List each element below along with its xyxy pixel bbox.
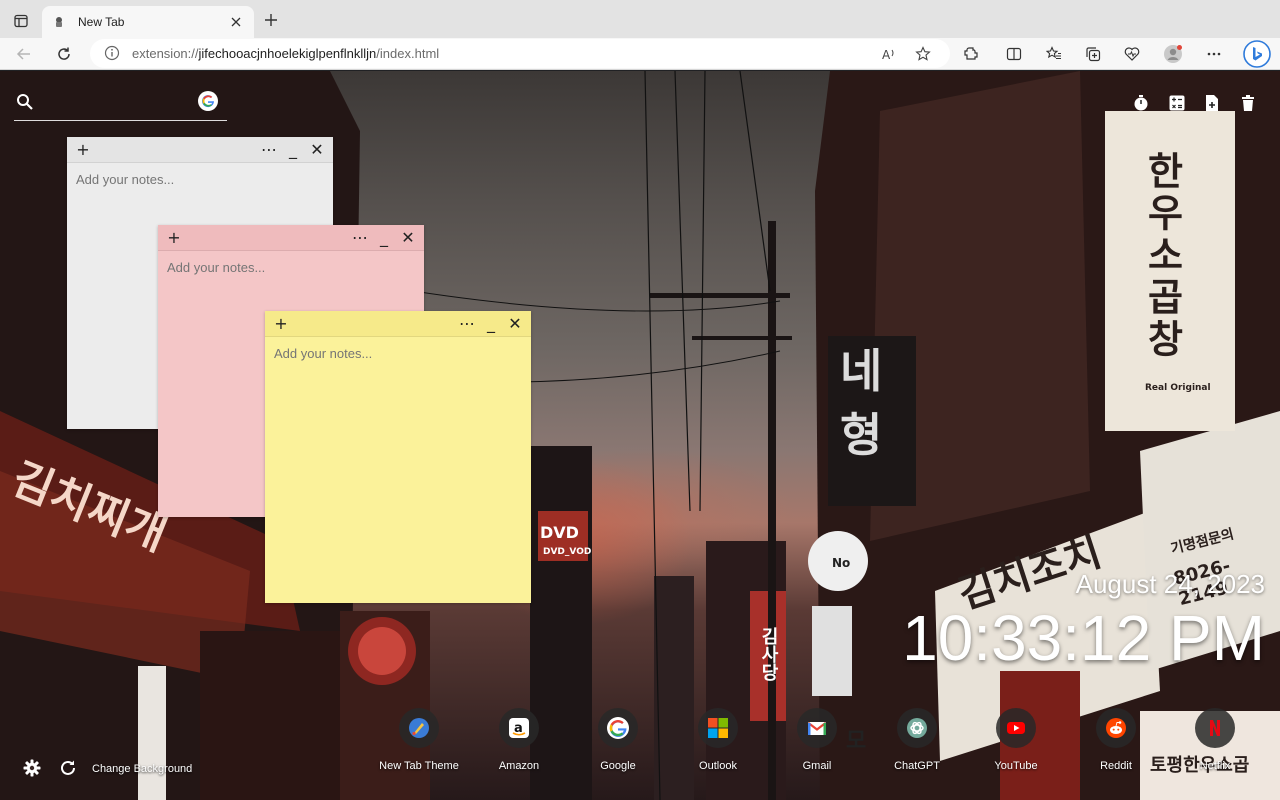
tab-new-tab[interactable]: New Tab <box>42 6 254 38</box>
collections-icon[interactable] <box>1081 42 1105 66</box>
time-display: 10:33:12 PM <box>902 602 1265 674</box>
sign-text: DVD_VOD <box>543 547 592 557</box>
tab-favicon-icon <box>52 15 66 29</box>
reload-icon[interactable] <box>52 42 76 66</box>
shortcut-label: Gmail <box>802 760 832 772</box>
add-note-plus-icon[interactable]: + <box>271 314 291 334</box>
shortcut-label: Reddit <box>1100 760 1132 772</box>
amazon-icon: a <box>499 708 539 748</box>
favorites-icon[interactable] <box>1042 42 1066 66</box>
settings-gear-icon[interactable] <box>22 758 42 778</box>
url-prefix: extension:// <box>132 46 199 61</box>
tab-strip: New Tab <box>0 0 1280 38</box>
shortcut-new-tab-theme[interactable]: New Tab Theme <box>374 708 464 774</box>
shortcut-label: ChatGPT <box>894 760 940 772</box>
close-icon[interactable]: ✕ <box>307 140 327 160</box>
google-search-engine-icon[interactable] <box>198 91 218 111</box>
new-tab-page: 네형 한우소곱창 Real Original 김치조치 김치찌개 DVD DVD… <box>0 71 1280 800</box>
add-note-plus-icon[interactable]: + <box>164 228 184 248</box>
more-options-icon[interactable]: ⋯ <box>259 140 279 160</box>
youtube-icon <box>996 708 1036 748</box>
bing-copilot-icon[interactable] <box>1242 39 1272 69</box>
reddit-icon <box>1096 708 1136 748</box>
shortcut-google[interactable]: Google <box>573 708 663 774</box>
back-icon[interactable] <box>12 42 36 66</box>
note-header: + ⋯ _ ✕ <box>67 137 333 163</box>
close-icon[interactable] <box>228 14 244 30</box>
favorite-star-icon[interactable] <box>912 43 934 65</box>
new-tab-theme-icon <box>399 708 439 748</box>
date-display: August 24, 2023 <box>1075 569 1265 599</box>
shortcut-reddit[interactable]: Reddit <box>1071 708 1161 774</box>
url-host: jifechooacjnhoelekiglpenflnklljn <box>198 46 377 61</box>
sign-text: 네형 <box>840 339 882 467</box>
split-screen-icon[interactable] <box>1002 42 1026 66</box>
sign-text: 김사당 <box>758 627 779 681</box>
close-icon[interactable]: ✕ <box>398 228 418 248</box>
note-body <box>265 337 531 403</box>
more-options-icon[interactable]: ⋯ <box>350 228 370 248</box>
read-aloud-icon[interactable]: A <box>878 43 900 65</box>
google-icon <box>598 708 638 748</box>
note-body <box>67 163 333 229</box>
timer-icon[interactable] <box>1131 93 1151 113</box>
shortcut-outlook[interactable]: Outlook <box>673 708 763 774</box>
add-note-plus-icon[interactable]: + <box>73 140 93 160</box>
new-tab-icon[interactable] <box>262 11 280 29</box>
browser-toolbar: extension://jifechooacjnhoelekiglpenflnk… <box>0 38 1280 70</box>
change-background-link[interactable]: Change Background <box>92 763 192 775</box>
sign-text: 형 <box>840 408 883 462</box>
chatgpt-icon <box>897 708 937 748</box>
profile-avatar-icon[interactable] <box>1161 42 1185 66</box>
minimize-icon[interactable]: _ <box>374 228 394 248</box>
note-header: + ⋯ _ ✕ <box>265 311 531 337</box>
trash-icon[interactable] <box>1238 93 1258 113</box>
more-menu-icon[interactable] <box>1202 42 1226 66</box>
extensions-icon[interactable] <box>959 42 983 66</box>
sign-text: DVD <box>540 523 579 542</box>
sticky-note[interactable]: + ⋯ _ ✕ <box>265 311 531 603</box>
shortcut-label: Outlook <box>699 760 737 772</box>
browser-essentials-icon[interactable] <box>1120 42 1144 66</box>
note-textarea[interactable] <box>167 260 415 305</box>
netflix-icon <box>1195 708 1235 748</box>
shortcut-label: YouTube <box>994 760 1038 772</box>
minimize-icon[interactable]: _ <box>283 140 303 160</box>
calculator-icon[interactable] <box>1167 93 1187 113</box>
search-icon[interactable] <box>16 93 34 111</box>
shortcut-label: Amazon <box>498 760 540 772</box>
close-icon[interactable]: ✕ <box>505 314 525 334</box>
tab-actions-icon[interactable] <box>10 10 32 32</box>
search-input[interactable] <box>42 91 192 115</box>
note-textarea[interactable] <box>274 346 522 391</box>
gmail-icon <box>797 708 837 748</box>
sign-text: No <box>832 556 851 570</box>
tab-title: New Tab <box>78 15 125 29</box>
url-text: extension://jifechooacjnhoelekiglpenflnk… <box>132 46 439 61</box>
outlook-icon <box>698 708 738 748</box>
shortcut-netflix[interactable]: Netflix <box>1170 708 1260 774</box>
shortcut-label: Netflix <box>1199 760 1231 772</box>
more-options-icon[interactable]: ⋯ <box>457 314 477 334</box>
sign-text: Real Original <box>1145 383 1211 393</box>
note-textarea[interactable] <box>76 172 324 217</box>
sign-text: 네 <box>840 344 883 398</box>
note-body <box>158 251 424 317</box>
minimize-icon[interactable]: _ <box>481 314 501 334</box>
address-bar[interactable]: extension://jifechooacjnhoelekiglpenflnk… <box>90 39 950 68</box>
shortcut-youtube[interactable]: YouTube <box>971 708 1061 774</box>
site-info-icon[interactable] <box>104 45 120 61</box>
shortcut-label: Google <box>600 760 636 772</box>
shortcut-amazon[interactable]: a Amazon <box>474 708 564 774</box>
refresh-background-icon[interactable] <box>58 758 78 778</box>
note-header: + ⋯ _ ✕ <box>158 225 424 251</box>
shortcut-gmail[interactable]: Gmail <box>772 708 862 774</box>
svg-text:A: A <box>882 48 891 62</box>
url-path: /index.html <box>376 46 440 61</box>
add-note-icon[interactable] <box>1202 93 1222 113</box>
search-bar <box>14 89 227 121</box>
sign-text: 한우소곱창 <box>1140 151 1184 361</box>
shortcut-chatgpt[interactable]: ChatGPT <box>872 708 962 774</box>
shortcut-label: New Tab Theme <box>379 760 459 772</box>
